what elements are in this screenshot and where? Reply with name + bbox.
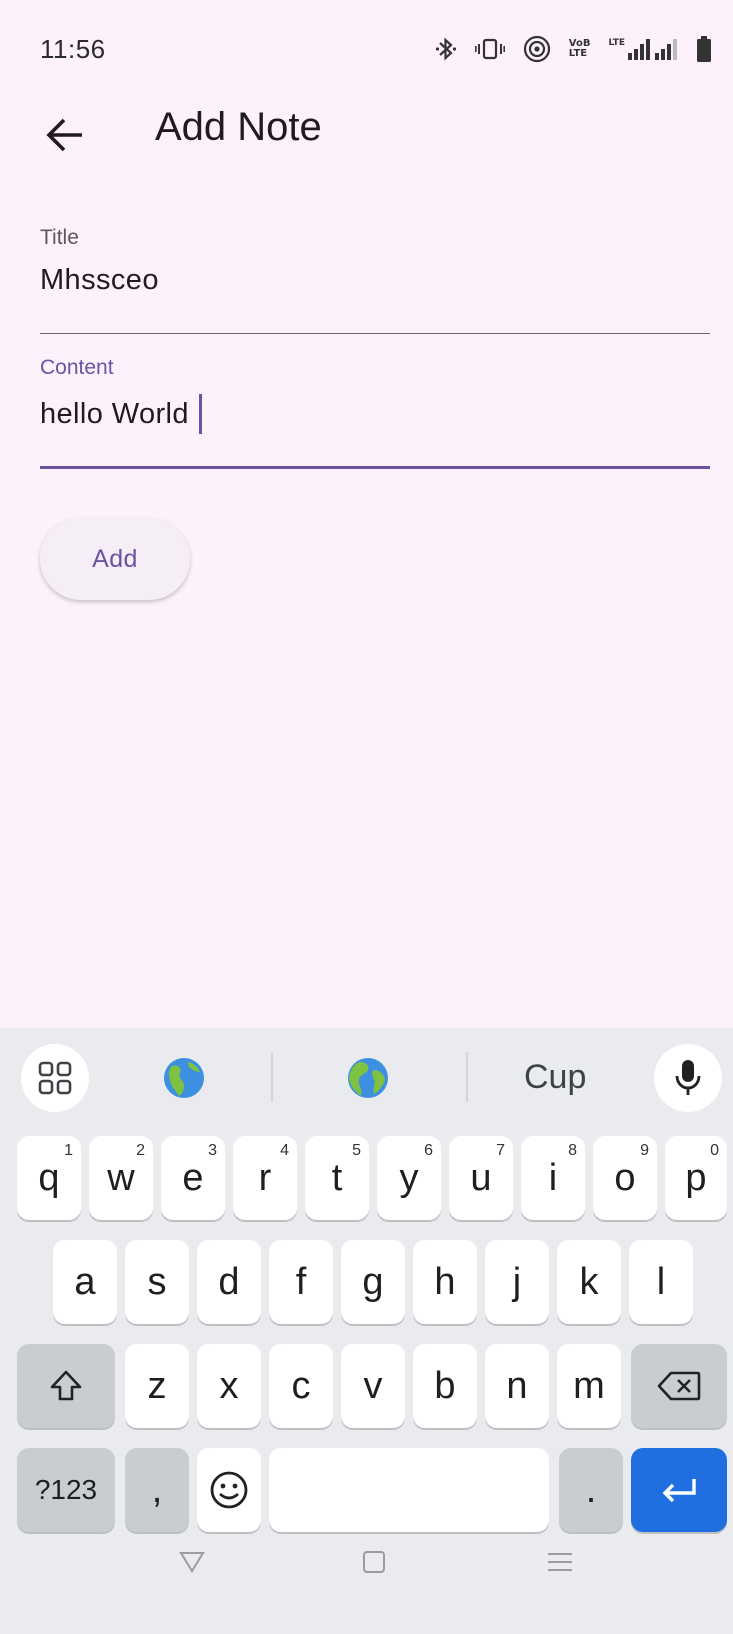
shift-key[interactable] (17, 1344, 115, 1428)
key-z[interactable]: z (125, 1344, 189, 1428)
page-title: Add Note (155, 105, 322, 149)
key-label: y (399, 1156, 419, 1199)
key-h[interactable]: h (413, 1240, 477, 1324)
key-p[interactable]: p0 (665, 1136, 727, 1220)
key-o[interactable]: o9 (593, 1136, 657, 1220)
nav-home-button[interactable] (344, 1532, 404, 1592)
key-hint: 1 (64, 1142, 73, 1159)
app-bar: Add Note (0, 100, 733, 180)
content-field[interactable]: Content hello World (40, 356, 710, 470)
key-label: w (107, 1156, 135, 1199)
key-v[interactable]: v (341, 1344, 405, 1428)
key-j[interactable]: j (485, 1240, 549, 1324)
status-bar: 11:56 VoB LTE LTE (0, 0, 733, 100)
content-field-label: Content (40, 356, 114, 379)
nav-menu-button[interactable] (530, 1532, 590, 1592)
key-x[interactable]: x (197, 1344, 261, 1428)
add-button[interactable]: Add (40, 518, 190, 600)
key-hint: 6 (424, 1142, 433, 1159)
key-hint: 8 (568, 1142, 577, 1159)
key-q[interactable]: q1 (17, 1136, 81, 1220)
key-c[interactable]: c (269, 1344, 333, 1428)
globe-emoji-europe-icon[interactable] (346, 1056, 390, 1100)
key-hint: 2 (136, 1142, 145, 1159)
key-hint: 3 (208, 1142, 217, 1159)
key-m[interactable]: m (557, 1344, 621, 1428)
back-button[interactable] (38, 108, 92, 162)
triangle-back-icon (179, 1552, 205, 1573)
key-n[interactable]: n (485, 1344, 549, 1428)
key-b[interactable]: b (413, 1344, 477, 1428)
lte-label: LTE (608, 38, 625, 48)
volte-label-bottom: LTE (568, 48, 588, 59)
text-cursor (198, 394, 202, 434)
key-label: q (38, 1156, 60, 1199)
key-f[interactable]: f (269, 1240, 333, 1324)
key-t[interactable]: t5 (305, 1136, 369, 1220)
key-d[interactable]: d (197, 1240, 261, 1324)
square-home-icon (363, 1551, 385, 1573)
volte-label: VoB LTE (569, 39, 591, 59)
key-g[interactable]: g (341, 1240, 405, 1324)
key-r[interactable]: r4 (233, 1136, 297, 1220)
key-k[interactable]: k (557, 1240, 621, 1324)
signal-group: LTE (608, 38, 679, 60)
content-field-value[interactable]: hello World (40, 394, 710, 434)
key-hint: 7 (496, 1142, 505, 1159)
battery-icon (697, 36, 711, 62)
key-label: e (182, 1156, 204, 1199)
shift-icon (50, 1370, 82, 1401)
title-field-value[interactable]: Mhssceo (40, 264, 710, 297)
status-time: 11:56 (40, 34, 106, 64)
key-hint: 9 (640, 1142, 649, 1159)
key-label: u (470, 1156, 492, 1199)
backspace-icon (657, 1371, 701, 1401)
title-field[interactable]: Title Mhssceo (40, 226, 710, 336)
key-i[interactable]: i8 (521, 1136, 585, 1220)
signal-strength-2-icon (655, 39, 677, 60)
key-e[interactable]: e3 (161, 1136, 225, 1220)
title-field-label: Title (40, 226, 79, 249)
suggestion-divider (271, 1052, 273, 1102)
content-field-text: hello World (40, 397, 189, 430)
globe-emoji-americas-icon[interactable] (162, 1056, 206, 1100)
suggestion-divider-2 (466, 1052, 468, 1102)
key-label: r (258, 1156, 272, 1199)
keyboard-toolbar: Cup (0, 1028, 733, 1128)
title-field-text: Mhssceo (40, 264, 159, 296)
bluetooth-icon (435, 37, 456, 61)
voice-input-button[interactable] (654, 1044, 722, 1112)
key-l[interactable]: l (629, 1240, 693, 1324)
key-label: t (331, 1156, 343, 1199)
key-label: p (685, 1156, 707, 1199)
backspace-key[interactable] (631, 1344, 727, 1428)
key-hint: 0 (710, 1142, 719, 1159)
screen: 11:56 VoB LTE LTE Add Note Title Mhssceo… (0, 0, 733, 1634)
title-field-underline (40, 333, 710, 334)
word-suggestion[interactable]: Cup (524, 1058, 586, 1097)
nav-back-button[interactable] (162, 1532, 222, 1592)
key-s[interactable]: s (125, 1240, 189, 1324)
microphone-icon (675, 1060, 701, 1095)
key-a[interactable]: a (53, 1240, 117, 1324)
navigation-bar (0, 1502, 733, 1634)
enter-icon (662, 1479, 696, 1503)
grid-icon (38, 1061, 72, 1095)
hotspot-icon (523, 35, 550, 63)
key-hint: 4 (280, 1142, 289, 1159)
key-y[interactable]: y6 (377, 1136, 441, 1220)
menu-lines-icon (548, 1553, 572, 1571)
key-u[interactable]: u7 (449, 1136, 513, 1220)
key-w[interactable]: w2 (89, 1136, 153, 1220)
status-icons: VoB LTE LTE (435, 34, 711, 64)
signal-strength-icon (628, 39, 650, 60)
arrow-back-icon (46, 118, 82, 152)
content-field-underline (40, 466, 710, 469)
key-hint: 5 (352, 1142, 361, 1159)
vibrate-icon (474, 38, 505, 60)
keyboard-menu-button[interactable] (21, 1044, 89, 1112)
key-label: o (614, 1156, 636, 1199)
key-label: i (548, 1156, 558, 1199)
